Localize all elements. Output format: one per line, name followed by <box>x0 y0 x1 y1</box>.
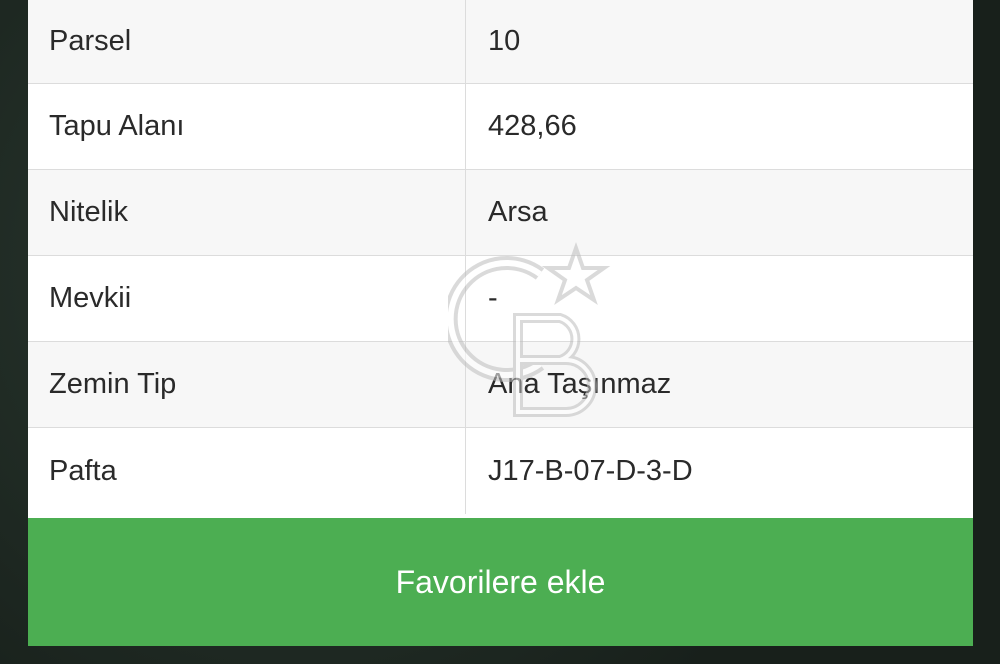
table-row: Nitelik Arsa <box>28 170 973 256</box>
property-details-table: Parsel 10 Tapu Alanı 428,66 Nitelik Arsa… <box>28 0 973 514</box>
row-value: J17-B-07-D-3-D <box>488 454 693 487</box>
table-row: Zemin Tip Ana Taşınmaz <box>28 342 973 428</box>
table-row: Parsel 10 <box>28 0 973 84</box>
row-label: Mevkii <box>28 256 466 341</box>
row-label: Tapu Alanı <box>28 84 466 169</box>
row-value: - <box>488 282 498 314</box>
row-value: Ana Taşınmaz <box>488 368 672 400</box>
row-value: 428,66 <box>488 110 577 142</box>
table-row: Pafta J17-B-07-D-3-D <box>28 428 973 514</box>
add-to-favorites-button[interactable]: Favorilere ekle <box>28 518 973 646</box>
row-label: Zemin Tip <box>28 342 466 427</box>
row-label: Nitelik <box>28 170 466 255</box>
row-value: Arsa <box>488 196 548 228</box>
table-row: Tapu Alanı 428,66 <box>28 84 973 170</box>
row-label: Pafta <box>28 428 466 514</box>
row-value: 10 <box>488 25 521 57</box>
property-details-card: Parsel 10 Tapu Alanı 428,66 Nitelik Arsa… <box>28 0 973 646</box>
row-label: Parsel <box>28 0 466 83</box>
table-row: Mevkii - <box>28 256 973 342</box>
